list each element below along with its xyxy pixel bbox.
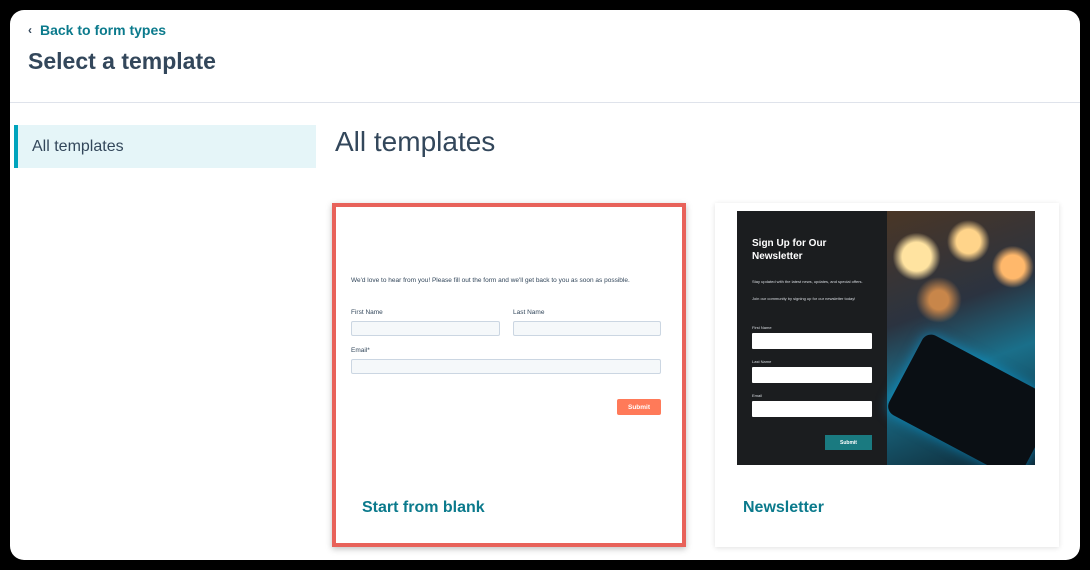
back-link-label: Back to form types	[40, 22, 167, 38]
back-to-form-types-link[interactable]: ‹ Back to form types	[28, 22, 166, 38]
newsletter-dark-panel: Sign Up for Our Newsletter Stay updated …	[737, 211, 887, 465]
newsletter-form-preview: Sign Up for Our Newsletter Stay updated …	[737, 211, 1035, 465]
app-window: ‹ Back to form types Select a template A…	[10, 10, 1080, 560]
newsletter-phone-photo	[884, 211, 1035, 465]
smartphone-image	[884, 331, 1035, 465]
newsletter-first-name-field	[752, 333, 872, 349]
newsletter-subtext-2: Join our community by signing up for our…	[752, 296, 856, 301]
preview-email-label: Email*	[351, 347, 370, 354]
section-title: All templates	[335, 126, 496, 157]
preview-last-name-field	[513, 321, 661, 336]
page-title: Select a template	[28, 48, 216, 74]
sidebar-item-all-templates[interactable]: All templates	[14, 125, 316, 168]
newsletter-heading: Sign Up for Our Newsletter	[752, 238, 827, 262]
preview-first-name-field	[351, 321, 500, 336]
preview-submit-button: Submit	[617, 399, 661, 415]
newsletter-subtext-1: Stay updated with the latest news, updat…	[752, 279, 863, 284]
newsletter-submit-button: Submit	[825, 435, 872, 450]
sidebar-item-label: All templates	[32, 137, 124, 155]
template-card-start-from-blank[interactable]: We'd love to hear from you! Please fill …	[332, 203, 686, 547]
newsletter-last-name-field	[752, 367, 872, 383]
newsletter-email-field	[752, 401, 872, 417]
template-label-start-from-blank: Start from blank	[362, 499, 485, 516]
template-label-newsletter: Newsletter	[743, 499, 824, 516]
preview-intro-text: We'd love to hear from you! Please fill …	[351, 277, 630, 284]
preview-last-name-label: Last Name	[513, 309, 545, 316]
newsletter-email-label: Email	[752, 393, 763, 398]
chevron-left-icon: ‹	[28, 23, 32, 37]
newsletter-last-name-label: Last Name	[752, 359, 772, 364]
page-header: ‹ Back to form types Select a template	[10, 10, 1080, 103]
newsletter-first-name-label: First Name	[752, 325, 772, 330]
preview-email-field	[351, 359, 661, 374]
template-card-newsletter[interactable]: Sign Up for Our Newsletter Stay updated …	[715, 203, 1059, 547]
preview-first-name-label: First Name	[351, 309, 383, 316]
